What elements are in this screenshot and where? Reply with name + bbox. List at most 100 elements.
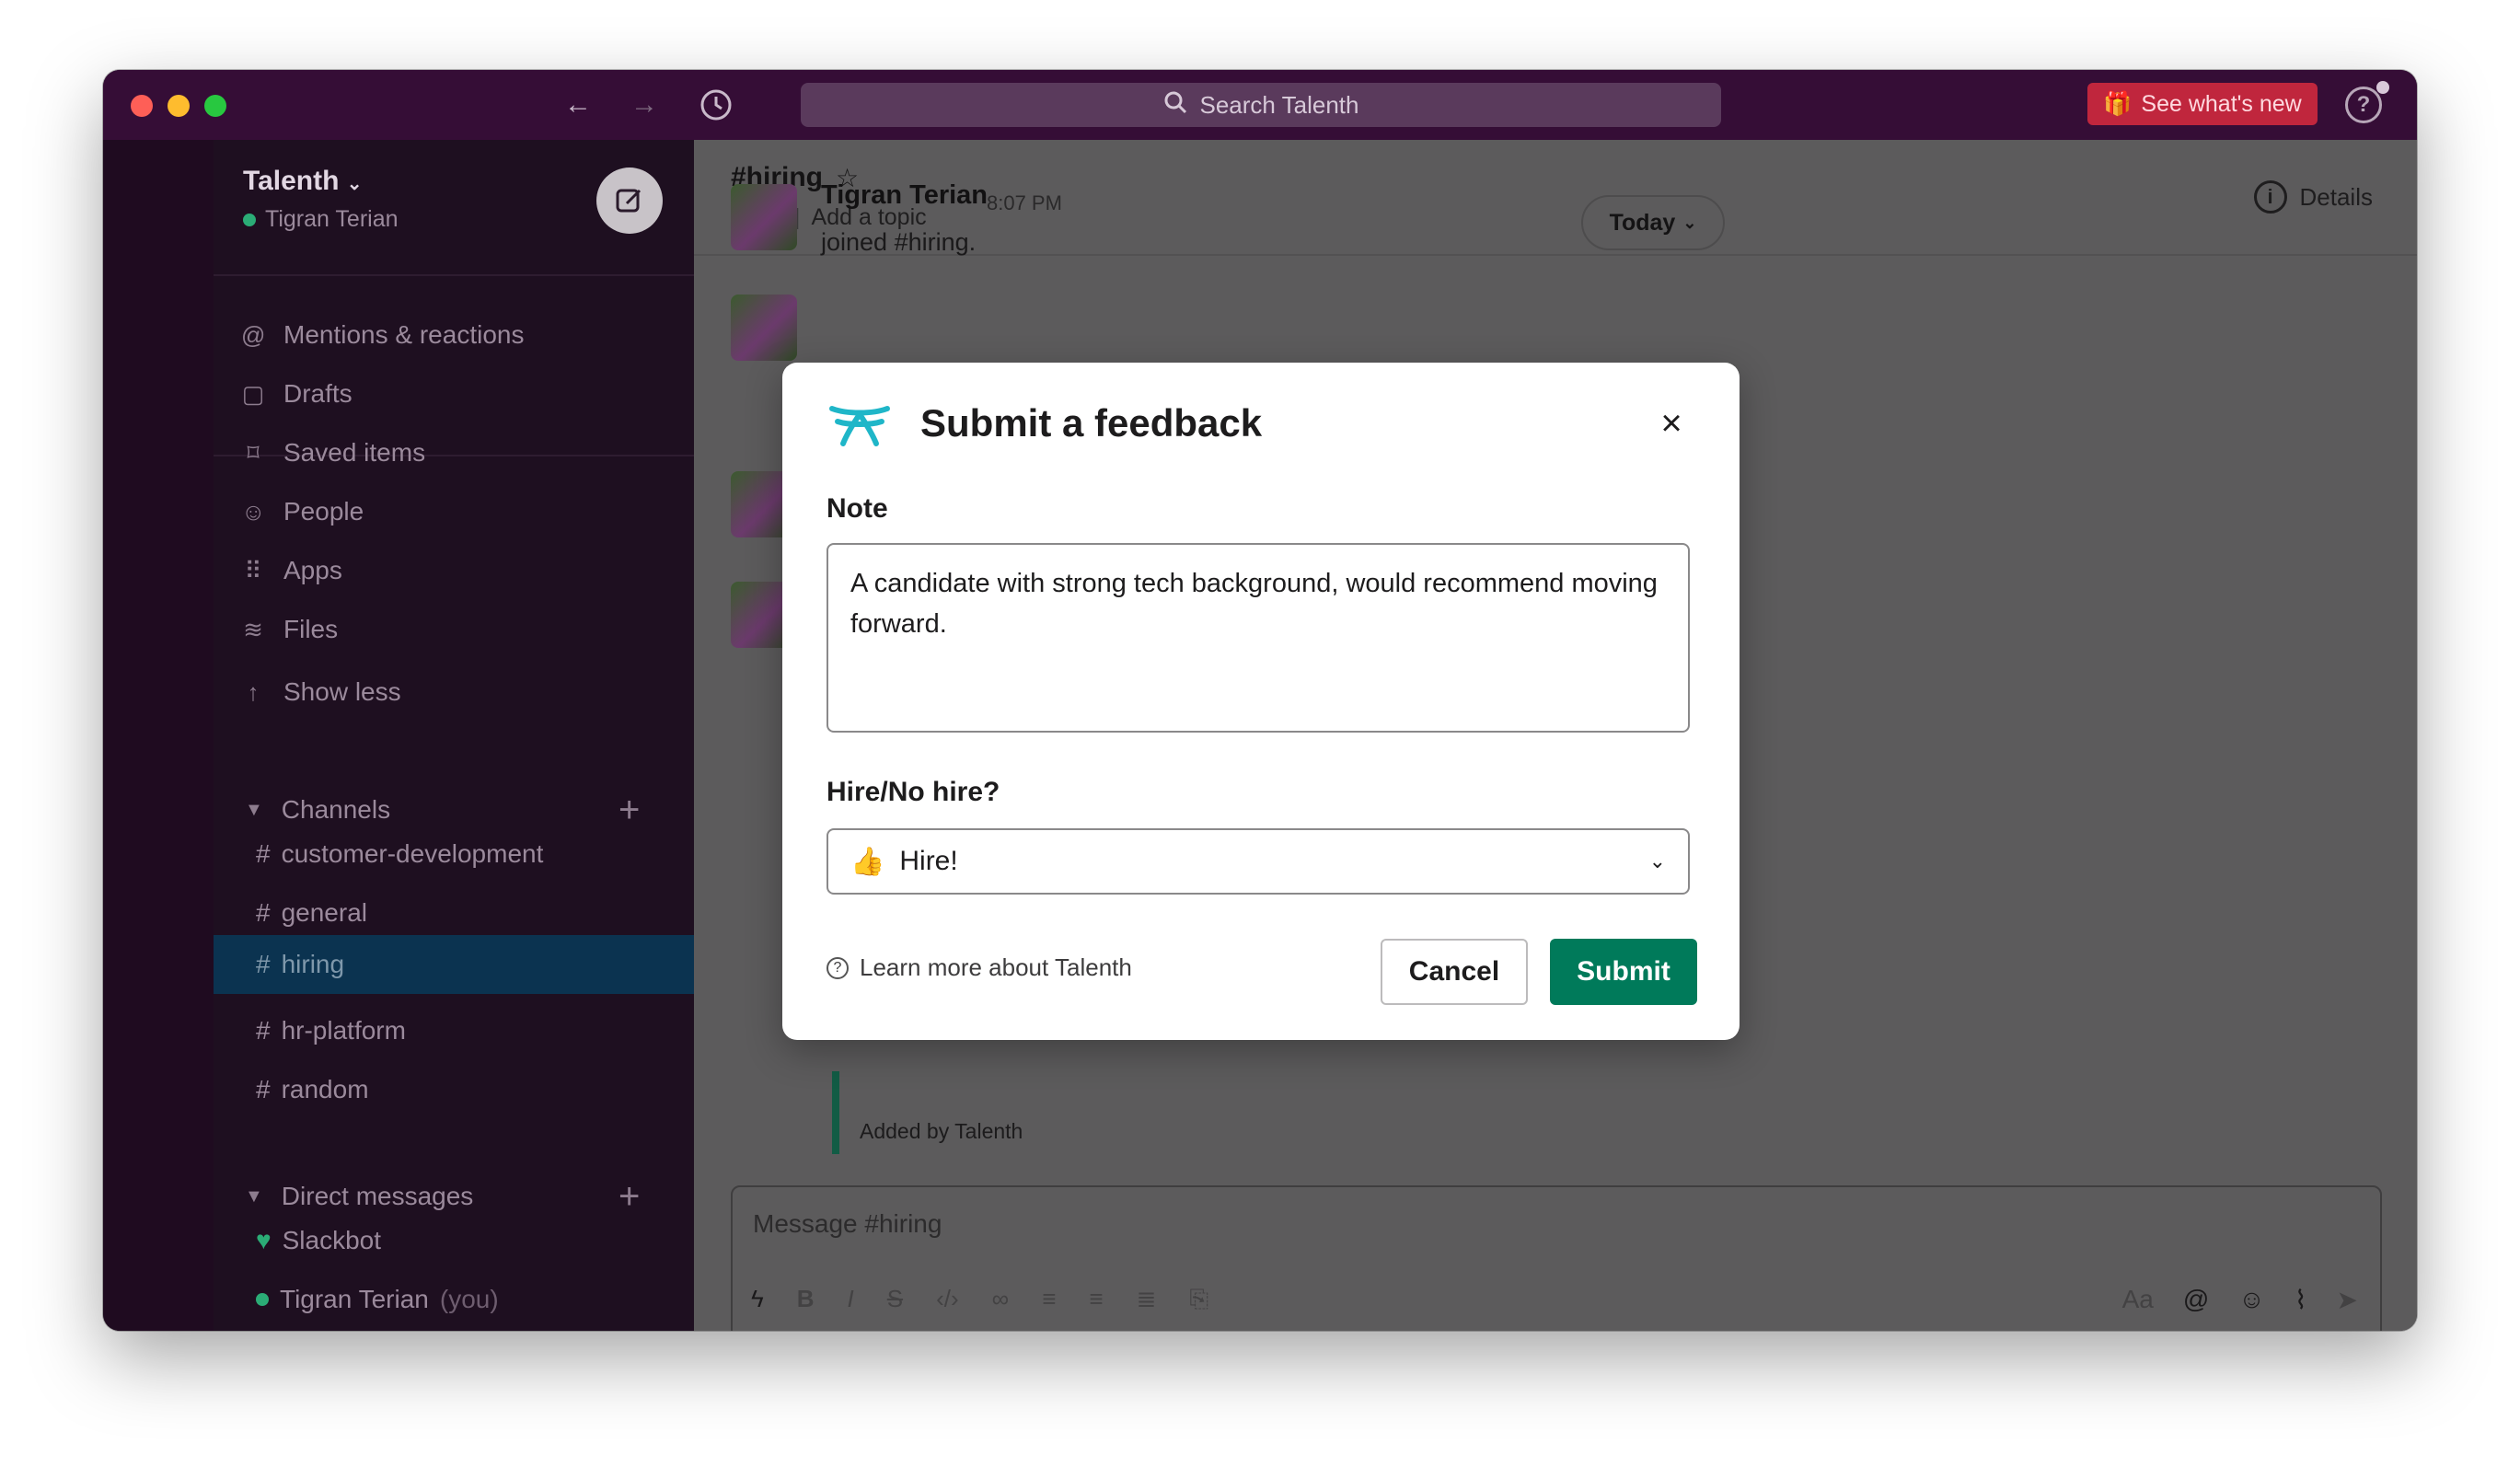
sidebar-item-label: Drafts	[283, 379, 353, 408]
feedback-modal: Submit a feedback × Note A candidate wit…	[782, 363, 1740, 1040]
hash-icon: #	[256, 898, 271, 927]
channel-label: general	[281, 898, 367, 927]
message-time[interactable]: 8:07 PM	[987, 191, 1062, 215]
hire-label: Hire/No hire?	[827, 777, 1000, 807]
channels-section-header[interactable]: ▼ Channels	[245, 795, 390, 825]
message-composer[interactable]: Message #hiring ϟ B I S ‹/› ∞ ≡ ≡ ≣ ⎘ Aa…	[731, 1185, 2382, 1331]
sidebar-channel-hr-platform[interactable]: # hr-platform	[214, 1001, 694, 1060]
italic-icon[interactable]: I	[848, 1285, 854, 1314]
code-icon[interactable]: ‹/›	[936, 1285, 959, 1314]
channel-label: customer-development	[281, 839, 544, 868]
dm-section-header[interactable]: ▼ Direct messages	[245, 1182, 473, 1211]
sidebar-item-apps[interactable]: ⠿ Apps	[241, 552, 342, 589]
mention-icon[interactable]: @	[2183, 1285, 2209, 1315]
avatar[interactable]	[731, 295, 797, 361]
channel-label: hr-platform	[281, 1016, 406, 1045]
history-icon[interactable]	[698, 87, 734, 123]
link-icon[interactable]: ∞	[992, 1285, 1010, 1314]
code-block-icon[interactable]: ⎘	[1189, 1285, 1208, 1314]
info-icon: i	[2253, 180, 2287, 214]
workspace-rail	[103, 140, 214, 1331]
add-dm-button[interactable]: +	[618, 1178, 640, 1215]
search-placeholder: Search Talenth	[1199, 90, 1359, 119]
note-field[interactable]: A candidate with strong tech background,…	[827, 543, 1690, 733]
search-input[interactable]: Search Talenth	[801, 83, 1721, 127]
sidebar-item-saved-items[interactable]: ⌑ Saved items	[241, 434, 425, 471]
dm-label: Tigran Terian	[280, 1285, 429, 1313]
sidebar-item-mentions-reactions[interactable]: @ Mentions & reactions	[241, 317, 524, 353]
chevron-down-icon: ⌄	[346, 174, 363, 194]
drafts-icon: ▢	[241, 379, 265, 408]
close-window-button[interactable]	[131, 95, 153, 117]
avatar[interactable]	[731, 184, 797, 250]
sidebar-item-show-less[interactable]: ↑ Show less	[241, 674, 401, 710]
hash-icon: #	[256, 839, 271, 868]
strikethrough-icon[interactable]: S	[887, 1285, 903, 1314]
question-icon: ?	[827, 956, 849, 979]
notification-dot	[2376, 81, 2389, 94]
files-icon: ≋	[243, 615, 263, 643]
learn-more-link[interactable]: ? Learn more about Talenth	[827, 953, 1132, 982]
sidebar-item-label: Files	[283, 615, 339, 643]
attach-icon[interactable]: ⌇	[2295, 1285, 2307, 1315]
bold-icon[interactable]: B	[797, 1285, 815, 1314]
hash-icon: #	[256, 950, 271, 978]
sidebar-channel-customer-development[interactable]: # customer-development	[214, 825, 694, 884]
add-channel-button[interactable]: +	[618, 791, 640, 828]
apps-icon: ⠿	[244, 556, 262, 584]
workspace-name[interactable]: Talenth ⌄	[243, 166, 363, 197]
blockquote-icon[interactable]: ≣	[1137, 1285, 1157, 1314]
divider	[214, 274, 694, 276]
whats-new-button[interactable]: 🎁 See what's new	[2087, 83, 2318, 125]
heart-icon: ♥	[256, 1226, 272, 1254]
formatting-toolbar: ϟ B I S ‹/› ∞ ≡ ≡ ≣ ⎘	[751, 1285, 1208, 1314]
composer-actions: Aa @ ☺ ⌇ ➤	[2122, 1285, 2358, 1315]
titlebar: ← → Search Talenth 🎁 See what's new ?	[103, 70, 2417, 140]
back-arrow-icon[interactable]: ←	[560, 87, 596, 123]
forward-arrow-icon[interactable]: →	[626, 87, 663, 123]
help-icon[interactable]: ?	[2345, 87, 2382, 123]
thumbs-up-icon: 👍	[850, 846, 885, 877]
shortcuts-icon[interactable]: ϟ	[751, 1285, 764, 1314]
text-format-icon[interactable]: Aa	[2122, 1285, 2154, 1315]
cancel-button[interactable]: Cancel	[1381, 939, 1528, 1005]
caret-down-icon: ▼	[245, 799, 263, 820]
hire-select-value: Hire!	[899, 846, 958, 876]
hire-select[interactable]: 👍 Hire! ⌄	[827, 828, 1690, 895]
details-button[interactable]: i Details	[2253, 180, 2373, 214]
close-icon[interactable]: ×	[1653, 405, 1690, 442]
workspace-user: Tigran Terian	[243, 206, 399, 233]
compose-button[interactable]	[596, 167, 663, 234]
dm-suffix: (you)	[439, 1285, 499, 1313]
maximize-window-button[interactable]	[204, 95, 226, 117]
sidebar-item-label: Apps	[283, 556, 342, 584]
sidebar-dm-item[interactable]: Tigran Hakobyan	[214, 1329, 694, 1331]
dm-label: Slackbot	[282, 1226, 382, 1254]
sidebar-item-people[interactable]: ☺ People	[241, 493, 364, 530]
sidebar-item-label: Mentions & reactions	[283, 320, 525, 349]
note-label: Note	[827, 493, 888, 524]
message-author[interactable]: Tigran Terian	[821, 180, 988, 211]
sidebar-channel-general[interactable]: # general	[214, 884, 694, 942]
whats-new-label: See what's new	[2141, 90, 2302, 117]
sidebar-channel-hiring[interactable]: # hiring	[214, 935, 694, 994]
search-icon	[1163, 90, 1187, 121]
sidebar-channel-random[interactable]: # random	[214, 1060, 694, 1119]
chevron-down-icon: ⌄	[1682, 213, 1697, 232]
ordered-list-icon[interactable]: ≡	[1042, 1285, 1056, 1314]
sidebar: Talenth ⌄ Tigran Terian ▼ Channels + ▼ D…	[214, 140, 694, 1331]
composer-placeholder: Message #hiring	[753, 1209, 942, 1238]
date-divider-button[interactable]: Today ⌄	[1581, 195, 1725, 250]
sidebar-dm-item[interactable]: ♥ Slackbot	[214, 1211, 694, 1270]
bulleted-list-icon[interactable]: ≡	[1089, 1285, 1103, 1314]
sidebar-item-drafts[interactable]: ▢ Drafts	[241, 375, 353, 412]
hash-icon: #	[256, 1075, 271, 1103]
send-icon[interactable]: ➤	[2337, 1285, 2358, 1315]
people-icon: ☺	[241, 497, 266, 526]
sidebar-dm-item[interactable]: Tigran Terian (you)	[214, 1270, 694, 1329]
emoji-icon[interactable]: ☺	[2238, 1285, 2265, 1315]
sidebar-item-files[interactable]: ≋ Files	[241, 611, 338, 648]
submit-button[interactable]: Submit	[1550, 939, 1697, 1005]
message-text: joined #hiring.	[821, 228, 977, 256]
minimize-window-button[interactable]	[168, 95, 190, 117]
